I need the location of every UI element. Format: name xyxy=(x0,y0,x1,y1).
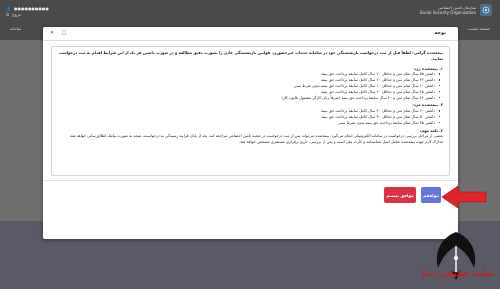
red-arrow-icon xyxy=(441,185,487,209)
modal-footer: موافق نیستم موافقم xyxy=(43,180,458,239)
org-name: سازمان تامین اجتماعی Social Security Org… xyxy=(420,5,476,15)
org-logo-icon xyxy=(480,4,492,16)
close-icon[interactable]: ✕ xyxy=(49,30,55,36)
exit-link[interactable]: ⏻ خروج xyxy=(6,12,49,18)
exit-icon: ⏻ xyxy=(6,12,10,17)
org-brand: سازمان تامین اجتماعی Social Security Org… xyxy=(420,4,492,16)
rules-content: بیمه‌شده گرامی؛ لطفاً قبل از ثبت درخواست… xyxy=(51,46,450,176)
list-item: داشتن ۴۲ سال تمام سن و ۲۰ سال سابقه پردا… xyxy=(58,95,443,101)
user-panel: 👤 ●●●●●●●●●● ⏻ خروج xyxy=(6,6,49,18)
intro-text: بیمه‌شده گرامی؛ لطفاً قبل از ثبت درخواست… xyxy=(58,50,443,61)
modal-header: ✕ □ توجه xyxy=(43,27,458,41)
watermark-text: سایت حقوقی دینا xyxy=(422,269,494,278)
disagree-button[interactable]: موافق نیستم xyxy=(384,187,416,203)
note-text: بعضی از مراحل بررسی درخواست در سامانه ال… xyxy=(69,133,443,145)
exit-label: خروج xyxy=(12,12,22,17)
agree-button[interactable]: موافقم xyxy=(421,187,441,203)
nav-item-system[interactable]: سامانه xyxy=(10,26,21,31)
modal-window-controls: ✕ □ xyxy=(49,30,67,36)
modal-title: توجه xyxy=(434,30,446,36)
list-item: داشتن ۳۵ سال تمام سابقه پرداخت حق بیمه ب… xyxy=(58,120,443,126)
nav-item-home[interactable]: صفحه نخست xyxy=(467,26,490,31)
maximize-icon[interactable]: □ xyxy=(61,30,67,36)
notice-modal: ✕ □ توجه بیمه‌شده گرامی؛ لطفاً قبل از ثب… xyxy=(43,27,458,239)
org-name-en: Social Security Organization xyxy=(419,10,476,15)
